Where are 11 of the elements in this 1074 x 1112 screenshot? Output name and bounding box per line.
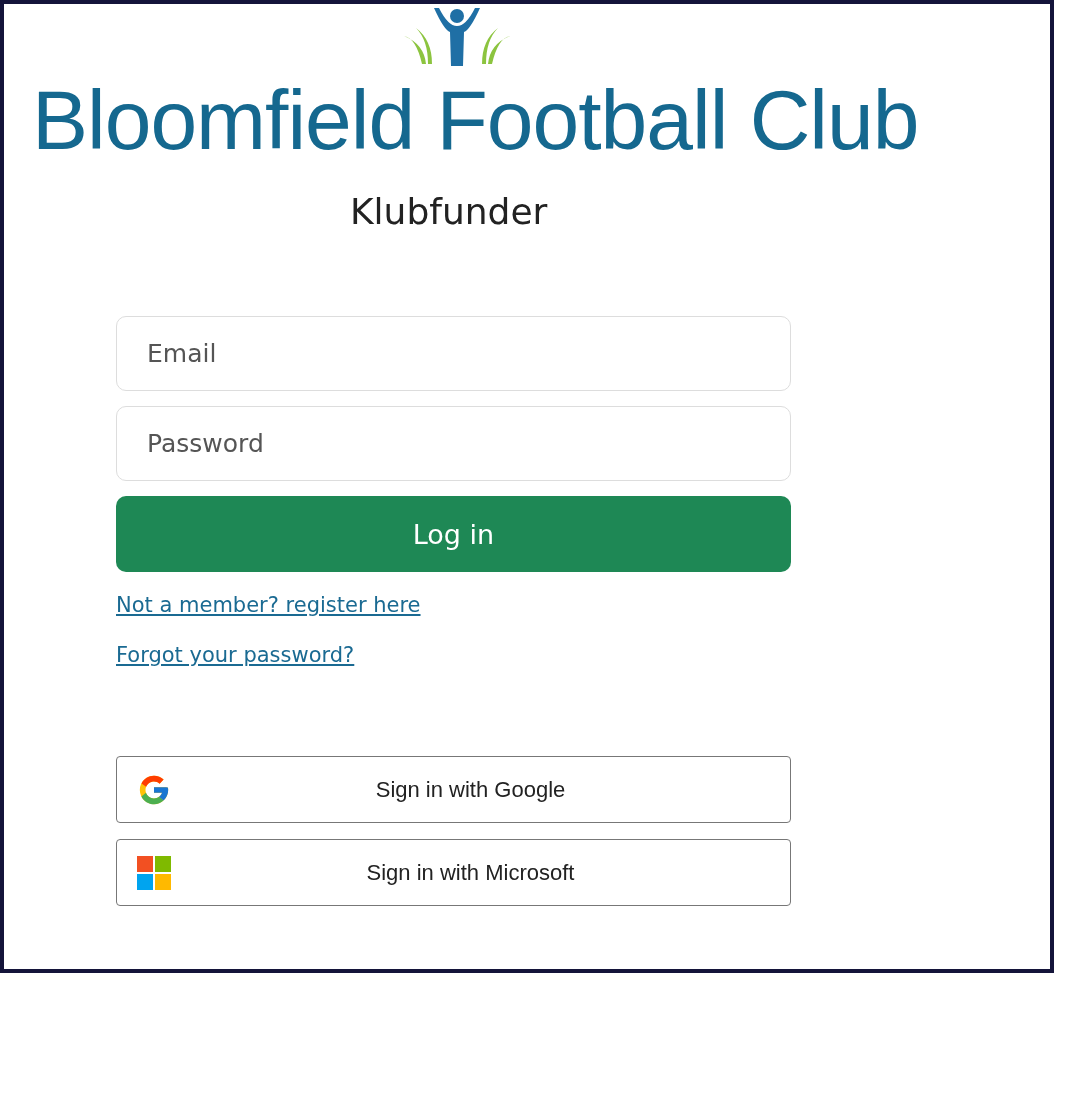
club-name: Bloomfield Football Club bbox=[32, 72, 919, 168]
login-button[interactable]: Log in bbox=[116, 496, 791, 572]
sign-in-button[interactable]: Sign in with Google bbox=[116, 756, 791, 823]
sign-in-button[interactable]: Sign in with Microsoft bbox=[116, 839, 791, 906]
password-field[interactable]: Password bbox=[116, 406, 791, 481]
text-link[interactable]: Not a member? register here bbox=[116, 592, 421, 618]
text-link[interactable]: Forgot your password? bbox=[116, 642, 355, 668]
app-name: Klubfunder bbox=[349, 190, 548, 234]
logo-icon bbox=[402, 6, 512, 68]
email-field[interactable]: Email bbox=[116, 316, 791, 391]
windows-icon bbox=[137, 855, 171, 890]
